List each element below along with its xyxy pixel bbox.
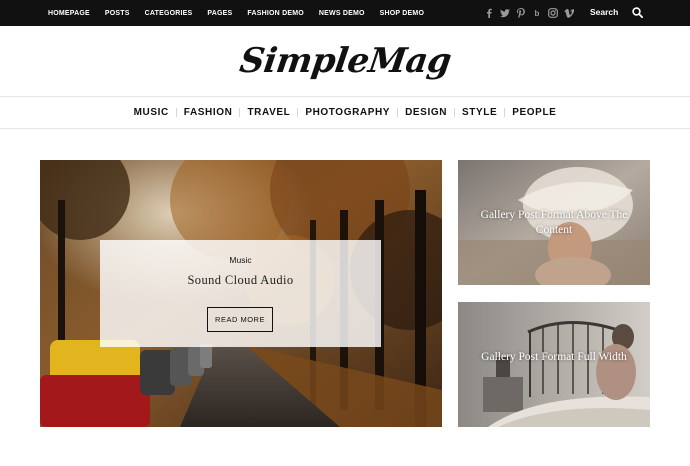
side-post-1[interactable]: Gallery Post Format Above The Content: [458, 160, 650, 285]
search-icon[interactable]: [632, 7, 643, 18]
category-style[interactable]: STYLE: [455, 107, 504, 118]
search-link[interactable]: Search: [590, 7, 618, 17]
category-people[interactable]: PEOPLE: [505, 107, 563, 118]
top-nav-categories[interactable]: CATEGORIES: [145, 10, 193, 17]
side-post-2[interactable]: Gallery Post Format Full Width: [458, 302, 650, 427]
category-design[interactable]: DESIGN: [398, 107, 454, 118]
logo-text: SimpleMag: [236, 41, 454, 81]
site-logo[interactable]: SimpleMag: [0, 26, 690, 96]
category-photography[interactable]: PHOTOGRAPHY: [298, 107, 397, 118]
side-post-1-title[interactable]: Gallery Post Format Above The Content: [468, 208, 640, 238]
top-nav-pages[interactable]: PAGES: [207, 10, 232, 17]
featured-post-category[interactable]: Music: [100, 255, 381, 265]
vimeo-icon[interactable]: [561, 8, 577, 18]
twitter-icon[interactable]: [497, 8, 513, 18]
category-travel[interactable]: TRAVEL: [240, 107, 297, 118]
read-more-button[interactable]: READ MORE: [207, 307, 273, 332]
featured-post[interactable]: Music Sound Cloud Audio READ MORE: [40, 160, 442, 427]
top-bar: HOMEPAGE POSTS CATEGORIES PAGES FASHION …: [0, 0, 690, 26]
featured-post-card: Music Sound Cloud Audio READ MORE: [100, 240, 381, 347]
pinterest-icon[interactable]: [513, 8, 529, 18]
instagram-icon[interactable]: [545, 8, 561, 18]
facebook-icon[interactable]: [481, 8, 497, 18]
top-nav-shop-demo[interactable]: SHOP DEMO: [380, 10, 424, 17]
top-nav-posts[interactable]: POSTS: [105, 10, 130, 17]
behance-icon[interactable]: b: [529, 9, 545, 18]
top-nav-fashion-demo[interactable]: FASHION DEMO: [247, 10, 303, 17]
category-music[interactable]: MUSIC: [127, 107, 176, 118]
top-nav-homepage[interactable]: HOMEPAGE: [48, 10, 90, 17]
featured-post-title[interactable]: Sound Cloud Audio: [100, 273, 381, 288]
category-nav: MUSIC FASHION TRAVEL PHOTOGRAPHY DESIGN …: [0, 96, 690, 129]
top-nav-news-demo[interactable]: NEWS DEMO: [319, 10, 365, 17]
side-post-2-title[interactable]: Gallery Post Format Full Width: [468, 350, 640, 365]
category-fashion[interactable]: FASHION: [177, 107, 240, 118]
social-links: b: [481, 0, 577, 26]
top-nav: HOMEPAGE POSTS CATEGORIES PAGES FASHION …: [48, 0, 439, 26]
